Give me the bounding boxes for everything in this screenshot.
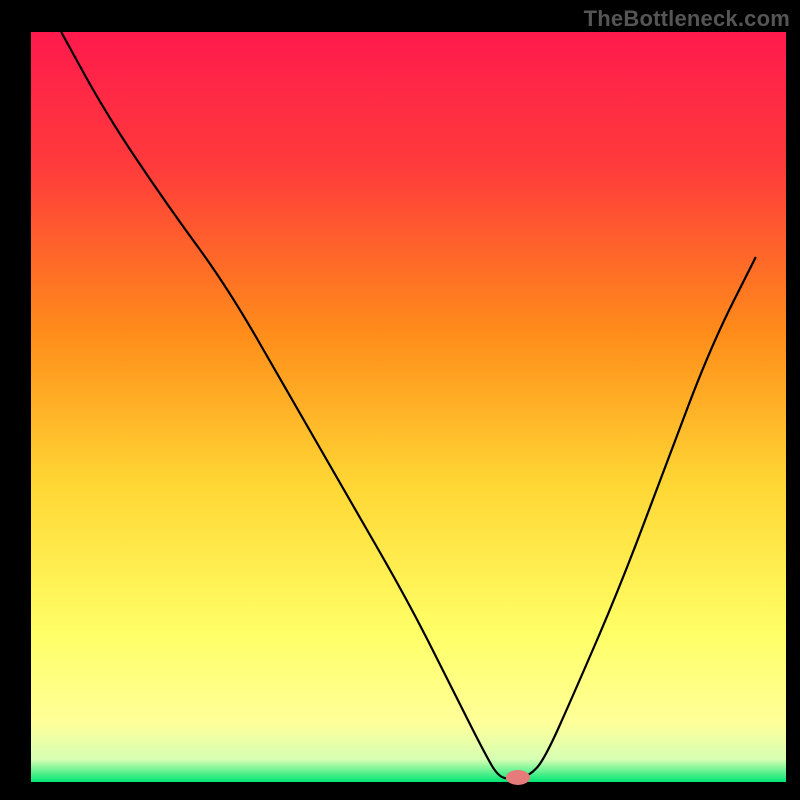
optimal-point-marker [506, 770, 530, 785]
bottleneck-chart [0, 0, 800, 800]
chart-container: TheBottleneck.com [0, 0, 800, 800]
chart-background-gradient [31, 32, 786, 782]
watermark-text: TheBottleneck.com [584, 6, 790, 32]
